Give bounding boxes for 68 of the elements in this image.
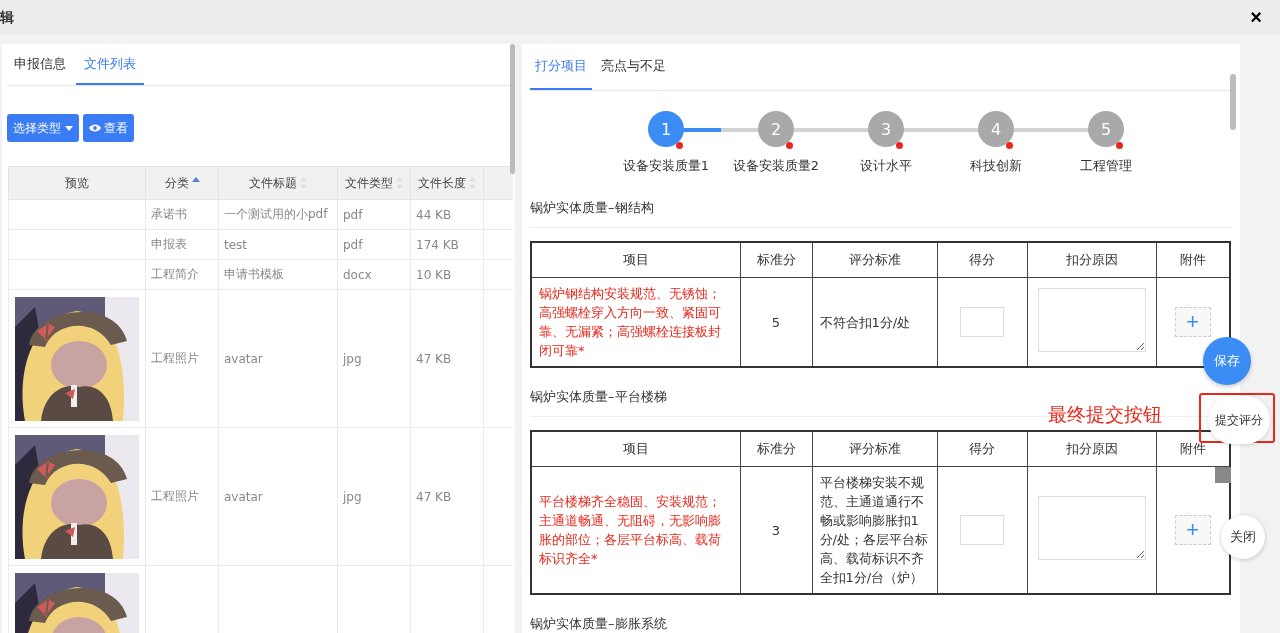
score-field[interactable] bbox=[960, 515, 1004, 545]
column-header[interactable]: 文件类型 bbox=[337, 166, 411, 200]
reason-field[interactable] bbox=[1037, 287, 1146, 352]
step-circle[interactable]: 5 bbox=[1088, 111, 1124, 147]
column-header[interactable]: 分类 bbox=[145, 166, 219, 200]
table-cell: 47 KB bbox=[410, 289, 484, 428]
column-header: 评分标准 bbox=[812, 242, 937, 278]
table-cell: avatar bbox=[218, 427, 338, 566]
tab[interactable]: 文件列表 bbox=[76, 44, 144, 85]
window-title: 辑 bbox=[0, 8, 14, 27]
table-cell: 44 KB bbox=[410, 199, 484, 230]
score-field[interactable] bbox=[960, 307, 1004, 337]
section-title: 锅炉实体质量–钢结构 bbox=[530, 199, 1232, 228]
column-header: 得分 bbox=[937, 242, 1027, 278]
column-header: 评分标准 bbox=[812, 431, 937, 467]
column-header[interactable]: 预览 bbox=[8, 166, 146, 200]
section-title: 锅炉实体质量–膨胀系统 bbox=[530, 615, 1232, 633]
upload-button[interactable]: + bbox=[1174, 515, 1211, 545]
annotation: 最终提交按钮 bbox=[1048, 402, 1162, 427]
column-header[interactable]: 文件长度 bbox=[410, 166, 484, 200]
column-header: 扣分原因 bbox=[1027, 242, 1156, 278]
table-cell: test bbox=[218, 229, 338, 260]
column-header: 标准分 bbox=[740, 431, 812, 467]
table-cell: 工程简介 bbox=[145, 259, 219, 290]
step-label: 设备安装质量1 bbox=[622, 157, 710, 175]
scrollbar[interactable] bbox=[1230, 74, 1236, 130]
column-header: 扣分原因 bbox=[1027, 431, 1156, 467]
column-header: 项目 bbox=[531, 242, 740, 278]
upload-button[interactable]: + bbox=[1174, 307, 1211, 337]
table-cell: 一个测试用的小pdf bbox=[218, 199, 338, 230]
step-circle[interactable]: 1 bbox=[648, 111, 684, 147]
table-cell: 10 KB bbox=[410, 259, 484, 290]
eye-icon bbox=[89, 124, 101, 132]
table-cell: 工程照片 bbox=[145, 289, 219, 428]
view-button[interactable]: 查看 bbox=[83, 114, 134, 142]
column-header: 标准分 bbox=[740, 242, 812, 278]
tab[interactable]: 亮点与不足 bbox=[596, 44, 671, 90]
table-cell: 174 KB bbox=[410, 229, 484, 260]
caret-icon bbox=[65, 125, 73, 131]
table-cell: 工程照片 bbox=[145, 427, 219, 566]
table-cell: pdf bbox=[337, 229, 411, 260]
table-cell: pdf bbox=[337, 199, 411, 230]
reason-field[interactable] bbox=[1037, 495, 1146, 560]
submit-button[interactable]: 提交评分 bbox=[1208, 396, 1270, 444]
table-cell: avatar bbox=[218, 289, 338, 428]
square-icon bbox=[1215, 467, 1231, 483]
column-header: 得分 bbox=[937, 431, 1027, 467]
tab[interactable]: 申报信息 bbox=[6, 44, 74, 85]
type-dropdown-button[interactable]: 选择类型 bbox=[7, 114, 79, 142]
column-header[interactable]: 文件标题 bbox=[218, 166, 338, 200]
step-label: 科技创新 bbox=[970, 157, 1022, 175]
table-cell: jpg bbox=[337, 427, 411, 566]
table-cell: 申请书模板 bbox=[218, 259, 338, 290]
step-circle[interactable]: 3 bbox=[868, 111, 904, 147]
step-label: 设备安装质量2 bbox=[732, 157, 820, 175]
step-circle[interactable]: 2 bbox=[758, 111, 794, 147]
table-cell: jpg bbox=[337, 289, 411, 428]
table-cell: 承诺书 bbox=[145, 199, 219, 230]
table-cell: 47 KB bbox=[410, 427, 484, 566]
table-cell: docx bbox=[337, 259, 411, 290]
column-header: 项目 bbox=[531, 431, 740, 467]
scrollbar[interactable] bbox=[510, 44, 515, 174]
close-button[interactable]: × bbox=[1250, 6, 1262, 29]
step-circle[interactable]: 4 bbox=[978, 111, 1014, 147]
table-cell: 申报表 bbox=[145, 229, 219, 260]
step-label: 设计水平 bbox=[860, 157, 912, 175]
step-label: 工程管理 bbox=[1080, 157, 1132, 175]
tab[interactable]: 打分项目 bbox=[530, 44, 592, 90]
